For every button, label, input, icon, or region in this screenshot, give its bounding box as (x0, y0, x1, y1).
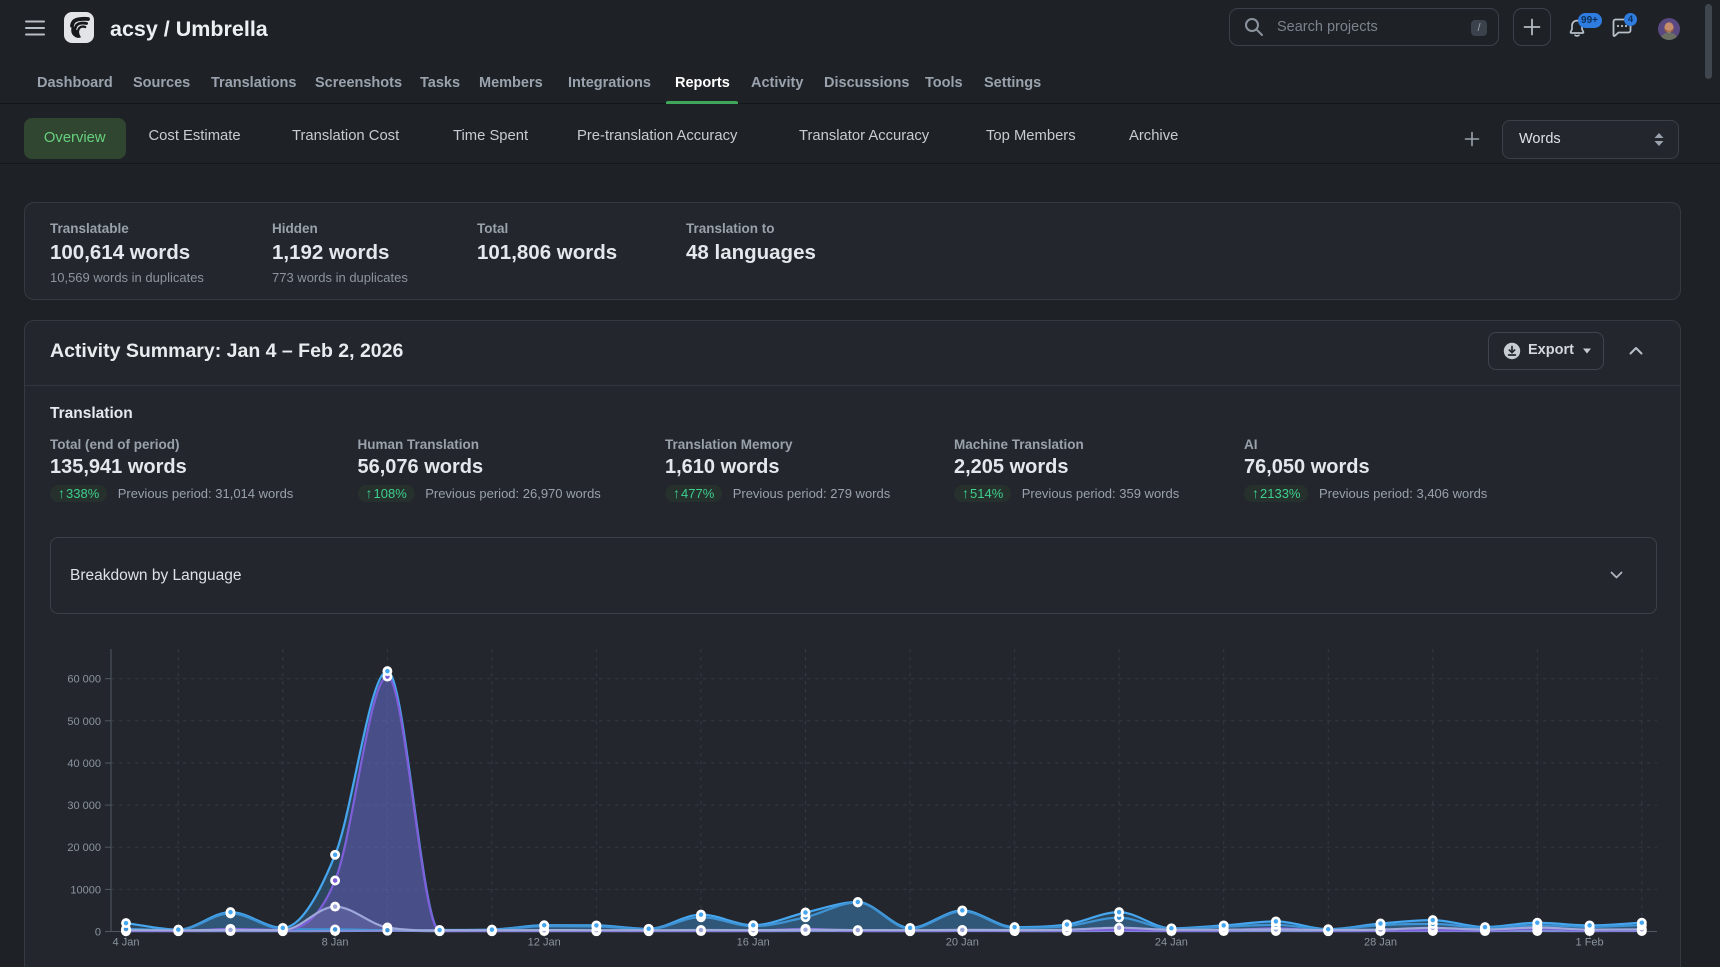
svg-text:50 000: 50 000 (67, 716, 101, 728)
svg-text:20 Jan: 20 Jan (946, 937, 979, 949)
svg-text:8 Jan: 8 Jan (322, 937, 349, 949)
svg-text:28 Jan: 28 Jan (1364, 937, 1397, 949)
svg-text:10000: 10000 (70, 884, 101, 896)
svg-text:1 Feb: 1 Feb (1576, 937, 1604, 949)
svg-text:30 000: 30 000 (67, 800, 101, 812)
svg-text:40 000: 40 000 (67, 758, 101, 770)
svg-text:0: 0 (95, 927, 101, 939)
svg-text:24 Jan: 24 Jan (1155, 937, 1188, 949)
svg-text:12 Jan: 12 Jan (528, 937, 561, 949)
svg-text:16 Jan: 16 Jan (737, 937, 770, 949)
svg-text:20 000: 20 000 (67, 842, 101, 854)
svg-text:60 000: 60 000 (67, 674, 101, 686)
svg-text:4 Jan: 4 Jan (113, 937, 140, 949)
